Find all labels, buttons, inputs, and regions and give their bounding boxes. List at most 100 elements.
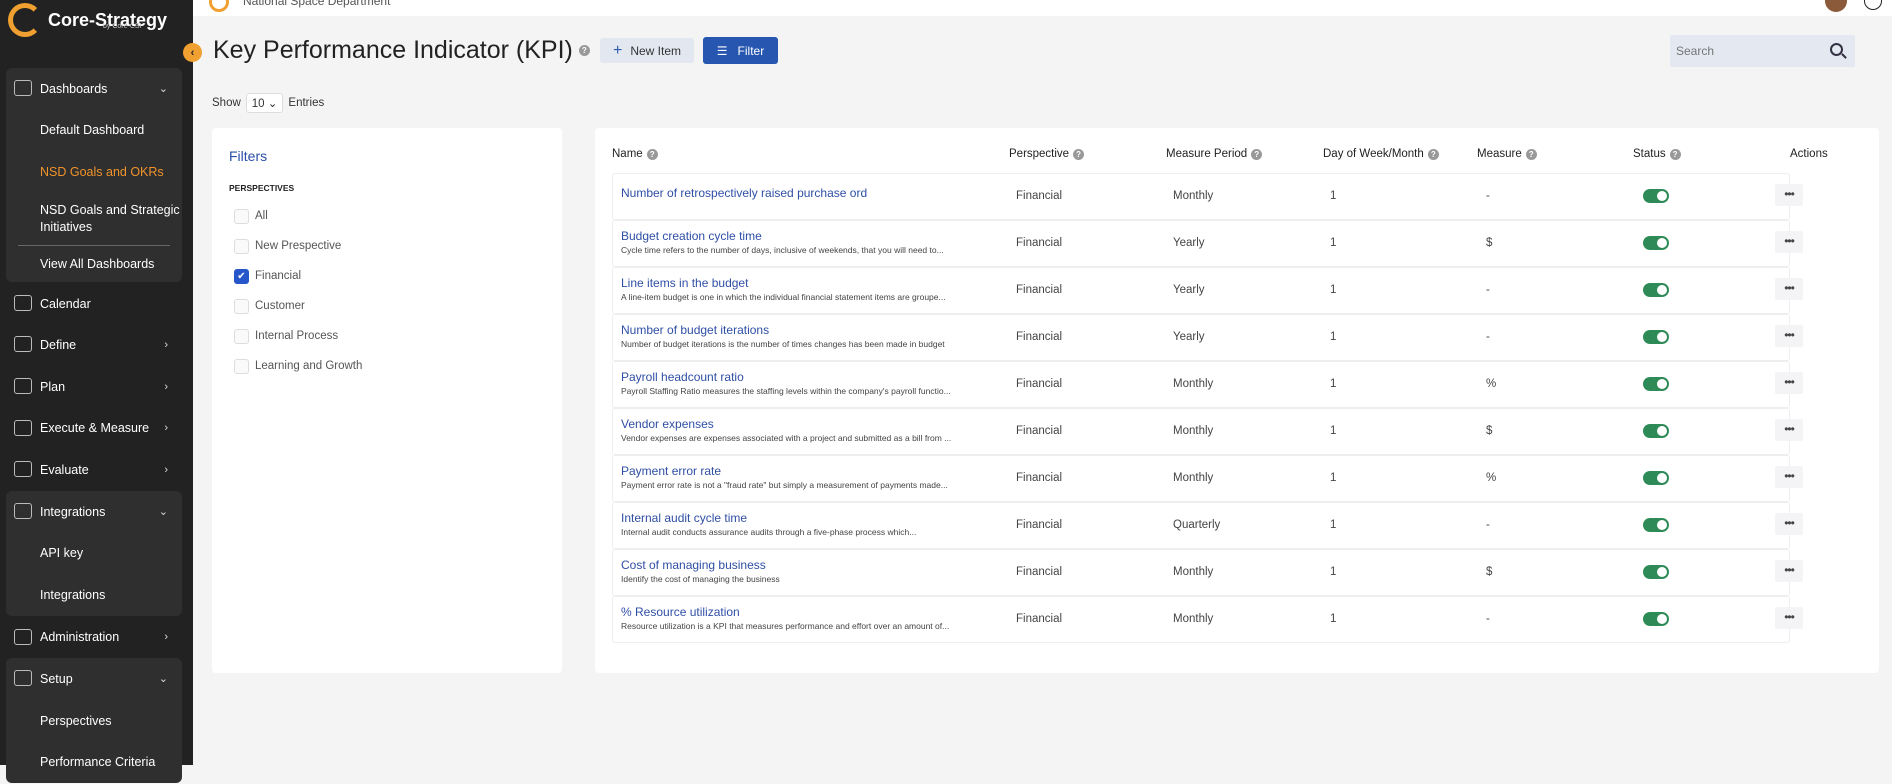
new-item-button[interactable]: + New Item [600, 38, 694, 63]
help-icon[interactable]: ? [578, 45, 590, 56]
status-toggle[interactable] [1643, 518, 1669, 532]
more-actions-button[interactable]: ••• [1775, 184, 1803, 206]
kpi-name-link[interactable]: Budget creation cycle time [621, 229, 762, 243]
sidebar-item-define[interactable]: Define › [6, 324, 182, 366]
sidebar-item-default-dashboard[interactable]: Default Dashboard [6, 110, 182, 152]
column-header-measure-period[interactable]: Measure Period? [1166, 148, 1263, 160]
collapse-sidebar-button[interactable]: ‹ [183, 43, 202, 62]
chevron-right-icon: › [164, 631, 168, 644]
checkbox[interactable] [234, 238, 249, 254]
filter-option[interactable]: All [234, 201, 362, 231]
help-icon[interactable]: ? [1427, 148, 1439, 160]
chevron-right-icon: › [164, 463, 168, 476]
more-actions-button[interactable]: ••• [1775, 607, 1803, 629]
more-actions-button[interactable]: ••• [1775, 419, 1803, 441]
entries-select[interactable]: 10 ⌄ [245, 93, 284, 113]
sidebar-item-nsd-goals-okrs[interactable]: NSD Goals and OKRs [6, 151, 182, 193]
sidebar-item-calendar[interactable]: Calendar [6, 283, 182, 325]
filter-option[interactable]: New Prespective [234, 231, 362, 261]
checkbox[interactable] [234, 298, 249, 314]
sidebar-item-execute-measure[interactable]: Execute & Measure › [6, 408, 182, 450]
kpi-name-link[interactable]: Cost of managing business [621, 558, 766, 572]
help-icon[interactable]: ? [646, 148, 658, 160]
more-actions-button[interactable]: ••• [1775, 372, 1803, 394]
help-icon[interactable]: ? [1251, 148, 1263, 160]
status-toggle[interactable] [1643, 612, 1669, 626]
sidebar-item-view-all-dashboards[interactable]: View All Dashboards [6, 246, 182, 282]
sidebar-item-perspectives[interactable]: Perspectives [6, 700, 182, 742]
logo[interactable]: Core-Strategy [8, 0, 167, 40]
kpi-name-link[interactable]: Line items in the budget [621, 276, 748, 290]
sidebar-item-integrations-sub[interactable]: Integrations [6, 574, 182, 616]
checkbox[interactable]: ✔ [234, 268, 249, 284]
column-header-name[interactable]: Name? [612, 148, 658, 160]
status-toggle[interactable] [1643, 424, 1669, 438]
help-icon[interactable]: ? [1525, 148, 1537, 160]
more-actions-button[interactable]: ••• [1775, 278, 1803, 300]
kpi-name-link[interactable]: Number of retrospectively raised purchas… [621, 186, 867, 200]
sidebar-nav: Dashboards ⌄ Default Dashboard NSD Goals … [6, 68, 182, 784]
checkbox[interactable] [234, 328, 249, 344]
sidebar-item-setup[interactable]: Setup ⌄ [6, 658, 182, 700]
hierarchy-icon [14, 336, 32, 353]
sidebar-item-plan[interactable]: Plan › [6, 366, 182, 408]
column-header-perspective[interactable]: Perspective? [1009, 148, 1085, 160]
day-cell: 1 [1330, 190, 1337, 202]
status-toggle[interactable] [1643, 565, 1669, 579]
kpi-description: A line-item budget is one in which the i… [621, 292, 946, 302]
table-row: Line items in the budget A line-item budg… [612, 267, 1803, 314]
more-actions-button[interactable]: ••• [1775, 231, 1803, 253]
more-actions-button[interactable]: ••• [1775, 513, 1803, 535]
help-icon[interactable]: ? [1669, 148, 1681, 160]
sidebar-item-evaluate[interactable]: Evaluate › [6, 449, 182, 491]
help-icon[interactable]: ? [1073, 148, 1085, 160]
status-toggle[interactable] [1643, 330, 1669, 344]
measure-period-cell: Monthly [1173, 613, 1214, 625]
status-toggle[interactable] [1643, 283, 1669, 297]
filter-option[interactable]: Customer [234, 291, 362, 321]
measure-period-cell: Yearly [1173, 284, 1205, 296]
column-header-actions: Actions [1790, 148, 1828, 160]
perspective-cell: Financial [1016, 284, 1063, 296]
filter-option[interactable]: ✔ Financial [234, 261, 362, 291]
sidebar-item-integrations[interactable]: Integrations ⌄ [6, 491, 182, 533]
kpi-name-link[interactable]: % Resource utilization [621, 605, 740, 619]
sidebar-item-nsd-goals-strategic[interactable]: NSD Goals and Strategic Initiatives [6, 193, 182, 245]
more-actions-button[interactable]: ••• [1775, 466, 1803, 488]
filter-button[interactable]: ☰ Filter [703, 37, 778, 64]
sidebar-item-dashboards[interactable]: Dashboards ⌄ [6, 68, 182, 110]
status-toggle[interactable] [1643, 377, 1669, 391]
avatar[interactable] [1825, 0, 1847, 12]
status-toggle[interactable] [1643, 236, 1669, 250]
kpi-description: Vendor expenses are expenses associated … [621, 433, 952, 443]
filter-option[interactable]: Internal Process [234, 321, 362, 351]
checkbox[interactable] [234, 208, 249, 224]
measure-cell: % [1486, 378, 1497, 390]
column-header-day[interactable]: Day of Week/Month? [1323, 148, 1439, 160]
kpi-name-link[interactable]: Payroll headcount ratio [621, 370, 744, 384]
kpi-name-link[interactable]: Internal audit cycle time [621, 511, 747, 525]
filter-option[interactable]: Learning and Growth [234, 351, 362, 381]
kpi-name-link[interactable]: Vendor expenses [621, 417, 714, 431]
kpi-name-link[interactable]: Number of budget iterations [621, 323, 769, 337]
status-toggle[interactable] [1643, 471, 1669, 485]
checkbox[interactable] [234, 358, 249, 374]
kpi-name-link[interactable]: Payment error rate [621, 464, 721, 478]
status-toggle[interactable] [1643, 189, 1669, 203]
globe-icon[interactable] [1864, 0, 1882, 10]
measure-period-cell: Monthly [1173, 190, 1214, 202]
kpi-table: Name? Perspective? Measure Period? Day o… [595, 128, 1879, 673]
kpi-description: Cycle time refers to the number of days,… [621, 245, 944, 255]
search-icon[interactable] [1830, 43, 1843, 56]
sidebar-item-performance-criteria[interactable]: Performance Criteria [6, 741, 182, 783]
label: Financial [255, 270, 302, 282]
more-actions-button[interactable]: ••• [1775, 560, 1803, 582]
label: Day of Week/Month [1323, 148, 1424, 160]
sidebar-item-administration[interactable]: Administration › [6, 617, 182, 659]
search-input[interactable] [1676, 44, 1826, 58]
more-actions-button[interactable]: ••• [1775, 325, 1803, 347]
sidebar-item-api-key[interactable]: API key [6, 532, 182, 574]
column-header-status[interactable]: Status? [1633, 148, 1681, 160]
kpi-description: Internal audit conducts assurance audits… [621, 527, 917, 537]
column-header-measure[interactable]: Measure? [1477, 148, 1537, 160]
